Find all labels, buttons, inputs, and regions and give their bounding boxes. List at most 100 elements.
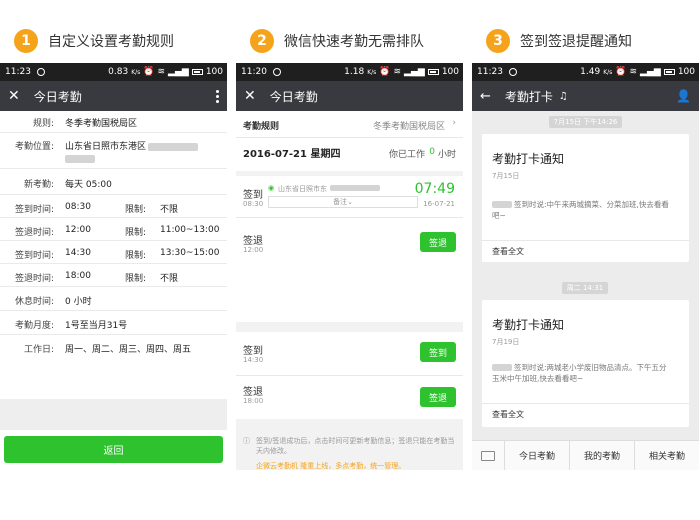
today-date: 2016-07-21 星期四 <box>243 149 341 160</box>
rule-list: 规则: 冬季考勤国税局区 考勤位置: 山东省日照市东港区 新考勤: 每天 05:… <box>0 111 227 359</box>
row-label: 工作日: <box>23 345 54 355</box>
row-label: 签到时间: <box>14 205 54 215</box>
mute-icon: ♫ <box>558 90 568 102</box>
checkin-clock[interactable]: 07:49 <box>415 181 455 197</box>
notice-title: 考勤打卡通知 <box>492 318 565 332</box>
back-arrow-icon[interactable]: ← <box>480 89 491 104</box>
row-label: 考勤位置: <box>14 142 54 152</box>
back-button[interactable]: 返回 <box>4 436 223 463</box>
checkin-location: 山东省日照市东 <box>278 185 327 193</box>
checkin-label: 签到 <box>243 190 263 201</box>
row-value: 1号至当月31号 <box>65 321 128 331</box>
wifi-icon: ≋ <box>393 67 402 77</box>
slot-time: 14:30 <box>243 356 264 364</box>
status-time: 11:20 <box>241 67 267 77</box>
checkout-button[interactable]: 签退 <box>420 232 456 252</box>
status-battery: 100 <box>441 67 459 77</box>
keyboard-toggle[interactable] <box>472 441 504 470</box>
row-label: 休息时间: <box>14 297 54 307</box>
read-more-link[interactable]: 查看全文 <box>492 409 524 420</box>
workday-row: 工作日: 周一、周二、周三、周四、周五 <box>0 335 227 359</box>
step-caption-text: 签到签退提醒通知 <box>520 34 632 50</box>
checkout-button[interactable]: 签退 <box>420 387 456 407</box>
signal-icon: ▂▄▆ <box>168 67 189 77</box>
step-2-caption: 2 微信快速考勤无需排队 <box>250 29 424 53</box>
remark-input[interactable]: 备注 ⌄ <box>268 196 418 208</box>
wifi-icon: ≋ <box>629 67 638 77</box>
profile-icon[interactable]: 👤 <box>676 89 691 103</box>
phone-screen-rules: 11:23 0.83 K/s ⏰ ≋ ▂▄▆ 100 ✕ 今日考勤 规则: 冬季… <box>0 63 227 470</box>
keyboard-icon <box>481 450 495 461</box>
tab-my-attendance[interactable]: 我的考勤 <box>569 441 634 470</box>
row-sub-label: 限制: <box>125 274 147 284</box>
row-value: 每天 05:00 <box>65 180 112 190</box>
row-sub-value: 11:00~13:00 <box>160 225 220 235</box>
redacted-blur <box>65 155 95 163</box>
close-icon[interactable]: ✕ <box>8 88 20 104</box>
step-3-column: 3 签到签退提醒通知 11:23 1.49 K/s ⏰ ≋ ▂▄▆ 100 ← … <box>472 0 699 520</box>
status-net-unit: K/s <box>367 68 377 76</box>
page-title: 今日考勤 <box>33 89 82 104</box>
close-icon[interactable]: ✕ <box>244 88 256 104</box>
checkin-date: 16-07-21 <box>423 200 455 208</box>
step-caption-text: 自定义设置考勤规则 <box>48 34 174 50</box>
row-label: 签退时间: <box>14 228 54 238</box>
phone-screen-checkin: 11:20 1.18 K/s ⏰ ≋ ▂▄▆ 100 ✕ 今日考勤 考勤规则 冬… <box>236 63 463 470</box>
step-number-badge: 3 <box>486 29 510 53</box>
time-row: 签退时间: 12:00 限制: 11:00~13:00 <box>0 218 227 241</box>
page-title: 今日考勤 <box>269 89 318 104</box>
slot-label: 签退 <box>243 387 263 398</box>
work-prefix: 你已工作 <box>388 150 425 160</box>
promo-link[interactable]: 企微云考勤机 隆重上线，多点考勤，统一管理。 <box>256 461 456 470</box>
nav-bar: ✕ 今日考勤 <box>0 81 227 111</box>
row-sub-value: 不限 <box>160 205 179 215</box>
redacted-blur <box>148 142 199 151</box>
status-net-unit: K/s <box>603 68 613 76</box>
battery-icon <box>427 69 439 75</box>
notice-date: 7月19日 <box>492 338 520 346</box>
rule-value: 冬季考勤国税局区 <box>372 122 445 132</box>
row-sub-value: 13:30~15:00 <box>160 248 220 258</box>
tab-related-attendance[interactable]: 相关考勤 <box>634 441 699 470</box>
step-1-column: 1 自定义设置考勤规则 11:23 0.83 K/s ⏰ ≋ ▂▄▆ 100 ✕… <box>0 0 227 520</box>
status-net-unit: K/s <box>131 68 141 76</box>
status-time: 11:23 <box>477 67 503 77</box>
read-more-link[interactable]: 查看全文 <box>492 246 524 257</box>
nav-bar: ✕ 今日考勤 <box>236 81 463 111</box>
rest-row: 休息时间: 0 小时 <box>0 287 227 311</box>
row-value: 山东省日照市东港区 <box>65 142 147 152</box>
month-row: 考勤月度: 1号至当月31号 <box>0 311 227 335</box>
notice-card[interactable]: 考勤打卡通知 7月15日 签到时说:中午来两城摘菜、分菜加班,快去看看吧~ 查看… <box>482 134 689 262</box>
row-value: 12:00 <box>65 225 91 235</box>
slot-time: 18:00 <box>243 397 264 405</box>
rule-summary[interactable]: 考勤规则 冬季考勤国税局区 › 2016-07-21 星期四 你已工作 0 小时 <box>236 111 463 171</box>
notice-title: 考勤打卡通知 <box>492 152 565 166</box>
wifi-icon: ≋ <box>157 67 166 77</box>
status-battery: 100 <box>205 67 223 77</box>
tab-today-attendance[interactable]: 今日考勤 <box>504 441 569 470</box>
slot-time: 12:00 <box>243 246 264 254</box>
row-value: 18:00 <box>65 271 91 281</box>
new-checkin-row: 新考勤: 每天 05:00 <box>0 169 227 195</box>
alarm-icon: ⏰ <box>143 67 155 77</box>
more-menu-icon[interactable] <box>216 89 219 103</box>
afternoon-panel: 签到 14:30 签到 签退 18:00 签退 <box>236 332 463 419</box>
row-label: 考勤月度: <box>14 321 54 331</box>
bottom-tab-bar: 今日考勤 我的考勤 相关考勤 <box>472 440 699 470</box>
app-notification-icon <box>508 68 517 76</box>
alarm-icon: ⏰ <box>379 67 391 77</box>
checkin-button[interactable]: 签到 <box>420 342 456 362</box>
notice-body: 签到时说:两城老小学废旧物品清点。下午五分玉米中午加班,快去看看吧~ <box>492 363 667 383</box>
row-sub-label: 限制: <box>125 251 147 261</box>
page-title: 考勤打卡 <box>504 89 553 104</box>
row-value: 冬季考勤国税局区 <box>65 119 138 129</box>
slot-label: 签到 <box>243 346 263 357</box>
notice-date: 7月15日 <box>492 172 520 180</box>
time-row: 签到时间: 08:30 限制: 不限 <box>0 195 227 218</box>
notice-card[interactable]: 考勤打卡通知 7月19日 签到时说:两城老小学废旧物品清点。下午五分玉米中午加班… <box>482 300 689 427</box>
step-1-caption: 1 自定义设置考勤规则 <box>14 29 174 53</box>
row-label: 签退时间: <box>14 274 54 284</box>
row-label: 签到时间: <box>14 251 54 261</box>
step-number-badge: 1 <box>14 29 38 53</box>
alarm-icon: ⏰ <box>615 67 627 77</box>
